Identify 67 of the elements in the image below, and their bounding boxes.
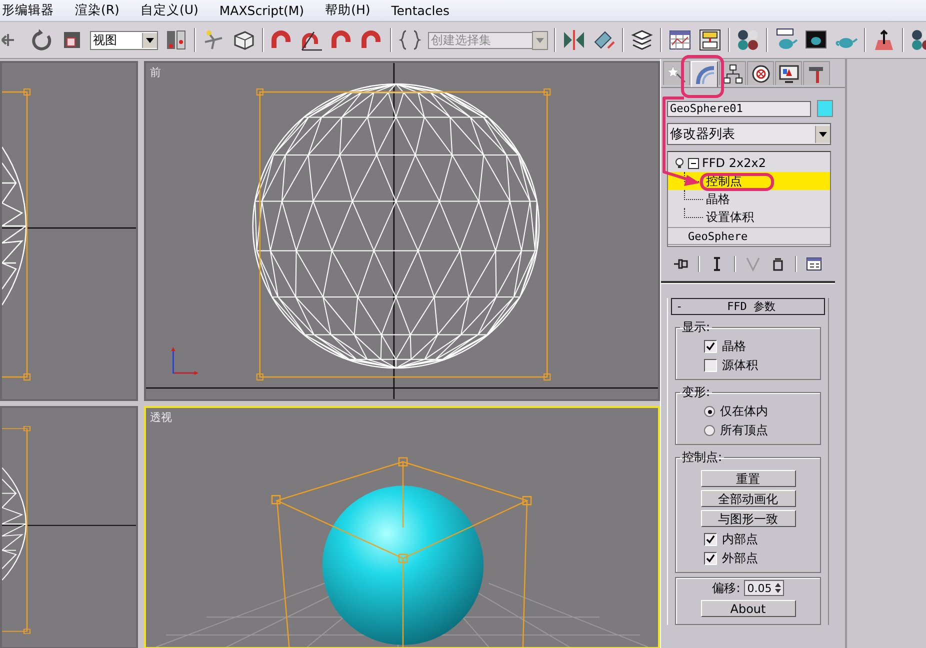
spheres-icon[interactable] bbox=[736, 28, 760, 52]
checkbox[interactable] bbox=[704, 533, 717, 546]
wand-star-icon bbox=[666, 64, 686, 84]
mirror-icon[interactable] bbox=[562, 28, 586, 52]
panel-button[interactable]: 全部动画化 bbox=[700, 490, 796, 507]
collapse-icon[interactable] bbox=[688, 158, 699, 168]
menu-item[interactable]: MAXScript(M) bbox=[217, 2, 306, 19]
stack-item[interactable]: GeoSphere bbox=[668, 227, 830, 245]
axis-tripod-icon bbox=[171, 347, 198, 375]
arc-icon bbox=[694, 64, 714, 84]
panel-button[interactable]: 重置 bbox=[700, 470, 796, 487]
radio-button[interactable] bbox=[704, 406, 715, 417]
spinner-field[interactable]: 0.05 bbox=[744, 580, 784, 596]
grid-arrow-icon[interactable] bbox=[872, 28, 896, 52]
checkbox-label: 晶格 bbox=[722, 338, 746, 355]
hierarchy-icon bbox=[722, 64, 742, 84]
monitor-icon bbox=[778, 64, 798, 84]
checkbox-label: 源体积 bbox=[722, 357, 758, 374]
selection-set-field[interactable]: 创建选择集 bbox=[428, 32, 532, 48]
panel-tab[interactable] bbox=[775, 61, 802, 85]
braces-icon[interactable] bbox=[398, 28, 422, 52]
modifier-list-dropdown[interactable]: 修改器列表 bbox=[667, 123, 831, 145]
radio-label: 所有顶点 bbox=[720, 422, 768, 439]
checkbox[interactable] bbox=[704, 552, 717, 565]
stack-item[interactable]: 设置体积 bbox=[668, 208, 830, 226]
wheel-icon bbox=[750, 64, 770, 84]
panel-button[interactable]: About bbox=[700, 600, 796, 617]
spinner-arrows-icon[interactable] bbox=[774, 582, 781, 594]
caret-icon bbox=[536, 38, 544, 42]
stack-item[interactable]: FFD 2x2x2 bbox=[668, 154, 830, 172]
view-dropdown[interactable]: 视图 bbox=[90, 30, 158, 50]
configure-icon[interactable] bbox=[806, 256, 822, 272]
rollout-title[interactable]: FFD 参数 bbox=[682, 299, 820, 314]
checkbox[interactable] bbox=[704, 359, 717, 372]
teapot-window-icon[interactable] bbox=[774, 28, 798, 52]
group-label: 控制点: bbox=[681, 449, 724, 466]
group-label: 变形: bbox=[681, 384, 712, 401]
menu-item[interactable]: Tentacles bbox=[389, 2, 452, 19]
bulb-icon[interactable] bbox=[674, 158, 685, 168]
rollout-header[interactable]: - FFD 参数 bbox=[671, 298, 825, 315]
panel-tab[interactable] bbox=[747, 61, 774, 85]
table-icon[interactable] bbox=[668, 28, 692, 52]
stack-item[interactable]: 晶格 bbox=[668, 190, 830, 208]
checkbox-label: 外部点 bbox=[722, 550, 758, 567]
menu-item[interactable]: 自定义(U) bbox=[138, 1, 200, 20]
layers-icon[interactable] bbox=[630, 28, 654, 52]
radio-label: 仅在体内 bbox=[720, 403, 768, 420]
highlight-frame bbox=[681, 55, 724, 98]
caret-icon bbox=[146, 38, 154, 42]
radio-button[interactable] bbox=[704, 425, 715, 436]
caret-icon bbox=[819, 132, 827, 136]
color-swatch[interactable] bbox=[817, 100, 833, 117]
group-label: 显示: bbox=[681, 319, 712, 336]
viewport-label[interactable]: 透视 bbox=[150, 410, 172, 425]
menu-item[interactable]: 形编辑器 bbox=[0, 1, 56, 20]
viewport-pair-icon[interactable] bbox=[164, 28, 188, 52]
panel-button[interactable]: 与图形一致 bbox=[700, 510, 796, 527]
spinner-label: 偏移: bbox=[712, 580, 740, 596]
rotate-icon[interactable] bbox=[30, 28, 54, 52]
checkbox[interactable] bbox=[704, 340, 717, 353]
menu-item[interactable]: 渲染(R) bbox=[73, 1, 122, 20]
schematic-icon[interactable] bbox=[698, 28, 722, 52]
object-name-field[interactable]: GeoSphere01 bbox=[667, 100, 811, 116]
viewport[interactable]: 透视 bbox=[144, 406, 660, 648]
checkbox-label: 内部点 bbox=[722, 531, 758, 548]
collapse-sign[interactable]: - bbox=[676, 300, 683, 313]
menu-item[interactable]: 帮助(H) bbox=[323, 1, 372, 20]
